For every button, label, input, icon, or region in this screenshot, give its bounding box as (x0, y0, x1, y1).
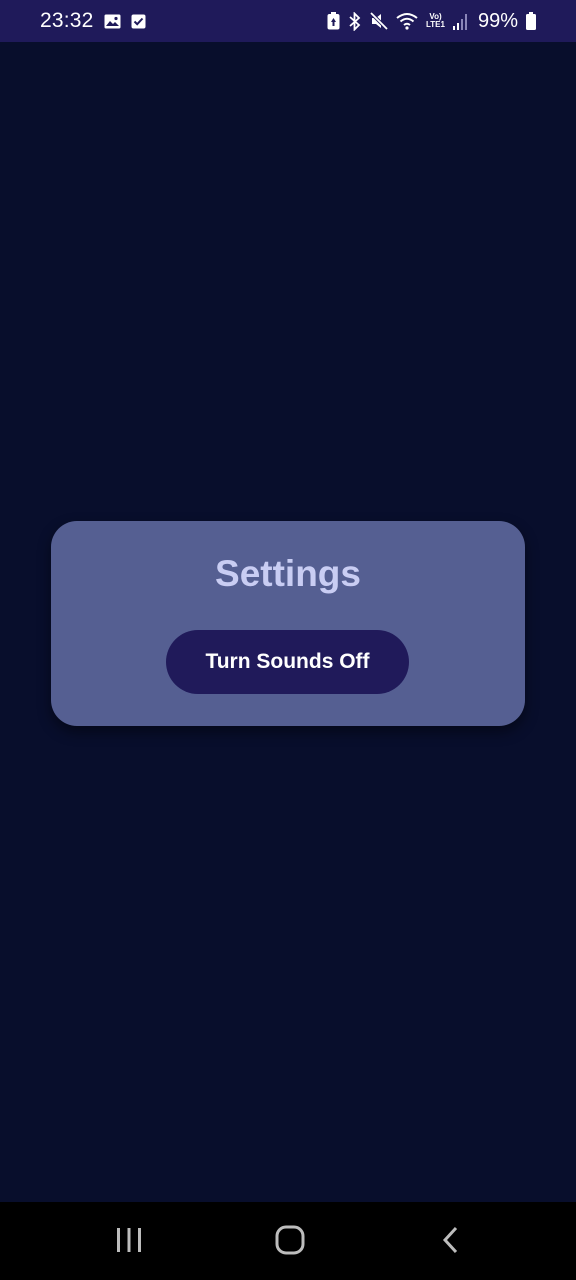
back-icon (441, 1226, 461, 1257)
bluetooth-icon (348, 11, 362, 31)
checkbox-icon (131, 11, 146, 31)
image-icon (104, 11, 121, 31)
home-icon (275, 1225, 305, 1258)
signal-icon (452, 11, 468, 31)
navigation-bar (0, 1202, 576, 1280)
mute-icon (370, 11, 388, 31)
app-screen: 23:32 Vo) LTE1 99% Settings Turn Sounds … (0, 0, 576, 1280)
battery-percent: 99% (477, 9, 518, 32)
status-time: 23:32 (40, 9, 94, 32)
recent-apps-icon (115, 1227, 143, 1256)
turn-sounds-off-button[interactable]: Turn Sounds Off (166, 630, 409, 694)
recent-apps-button[interactable] (89, 1202, 169, 1280)
settings-title: Settings (215, 553, 361, 594)
wifi-icon (396, 11, 418, 31)
status-bar: 23:32 Vo) LTE1 99% (0, 0, 576, 42)
status-bar-right: Vo) LTE1 99% (327, 10, 536, 33)
back-button[interactable] (411, 1202, 491, 1280)
network-type-label: Vo) LTE1 (426, 12, 445, 29)
home-button[interactable] (250, 1202, 330, 1280)
battery-saver-icon (327, 11, 340, 31)
status-bar-left: 23:32 (40, 9, 327, 33)
battery-icon (526, 11, 536, 31)
settings-card: Settings Turn Sounds Off (51, 521, 525, 726)
